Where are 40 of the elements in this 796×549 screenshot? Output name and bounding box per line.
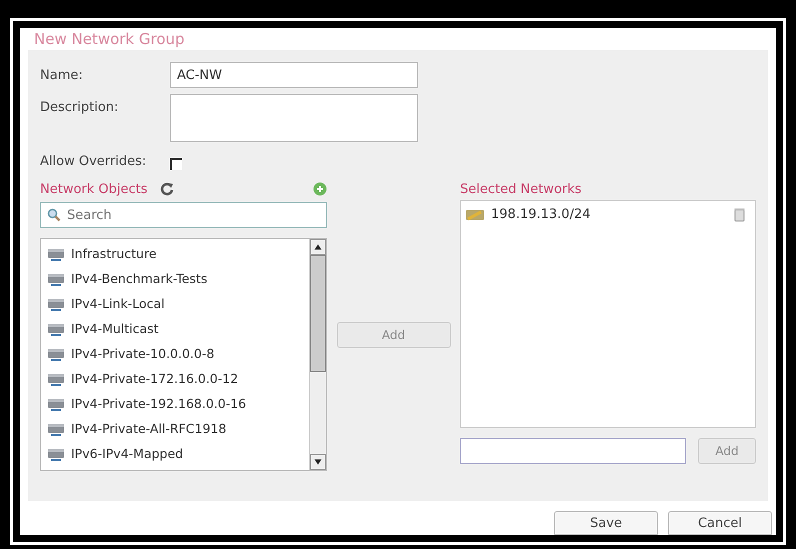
network-object-item[interactable]: IPv6-IPv4-Mapped <box>71 446 184 461</box>
refresh-icon[interactable] <box>160 182 174 196</box>
server-icon <box>47 372 65 386</box>
add-icon[interactable] <box>313 182 328 196</box>
checkbox[interactable] <box>170 158 182 170</box>
network-object-item[interactable]: IPv4-Benchmark-Tests <box>71 271 208 286</box>
server-icon <box>47 446 65 460</box>
scroll-up-icon[interactable] <box>310 239 326 255</box>
name-input[interactable]: AC-NW <box>170 62 418 88</box>
scrollbar[interactable] <box>309 239 326 470</box>
server-icon <box>47 246 65 260</box>
server-icon <box>47 296 65 310</box>
search-icon <box>47 208 61 222</box>
description-input[interactable] <box>170 94 418 142</box>
trash-icon[interactable] <box>734 208 745 222</box>
server-icon <box>47 346 65 360</box>
field-label: Description: <box>40 99 120 115</box>
server-icon <box>47 272 65 286</box>
network-input[interactable] <box>460 438 686 464</box>
search-field[interactable]: Search <box>40 202 328 228</box>
section-title: Selected Networks <box>460 182 582 196</box>
scroll-down-icon[interactable] <box>310 454 326 470</box>
network-object-item[interactable]: Infrastructure <box>71 246 157 261</box>
dialog-button[interactable]: Cancel <box>668 511 772 535</box>
network-object-item[interactable]: IPv4-Private-10.0.0.0-8 <box>71 346 214 361</box>
selected-network-item[interactable]: 198.19.13.0/24 <box>491 207 590 222</box>
network-object-item[interactable]: IPv4-Private-172.16.0.0-12 <box>71 371 238 386</box>
server-icon <box>47 322 65 336</box>
server-icon <box>47 422 65 436</box>
server-icon <box>47 396 65 410</box>
field-label: Allow Overrides: <box>40 153 148 169</box>
network-object-item[interactable]: IPv4-Private-All-RFC1918 <box>71 421 226 436</box>
section-title: Network Objects <box>40 182 148 196</box>
field-label: Name: <box>40 67 84 83</box>
dialog-title: New Network Group <box>33 29 186 50</box>
network-object-item[interactable]: IPv4-Multicast <box>71 321 159 336</box>
network-object-item[interactable]: IPv4-Private-192.168.0.0-16 <box>71 396 246 411</box>
network-object-item[interactable]: IPv4-Link-Local <box>71 296 165 311</box>
dialog-button[interactable]: Save <box>554 511 658 535</box>
network-icon <box>465 208 485 222</box>
